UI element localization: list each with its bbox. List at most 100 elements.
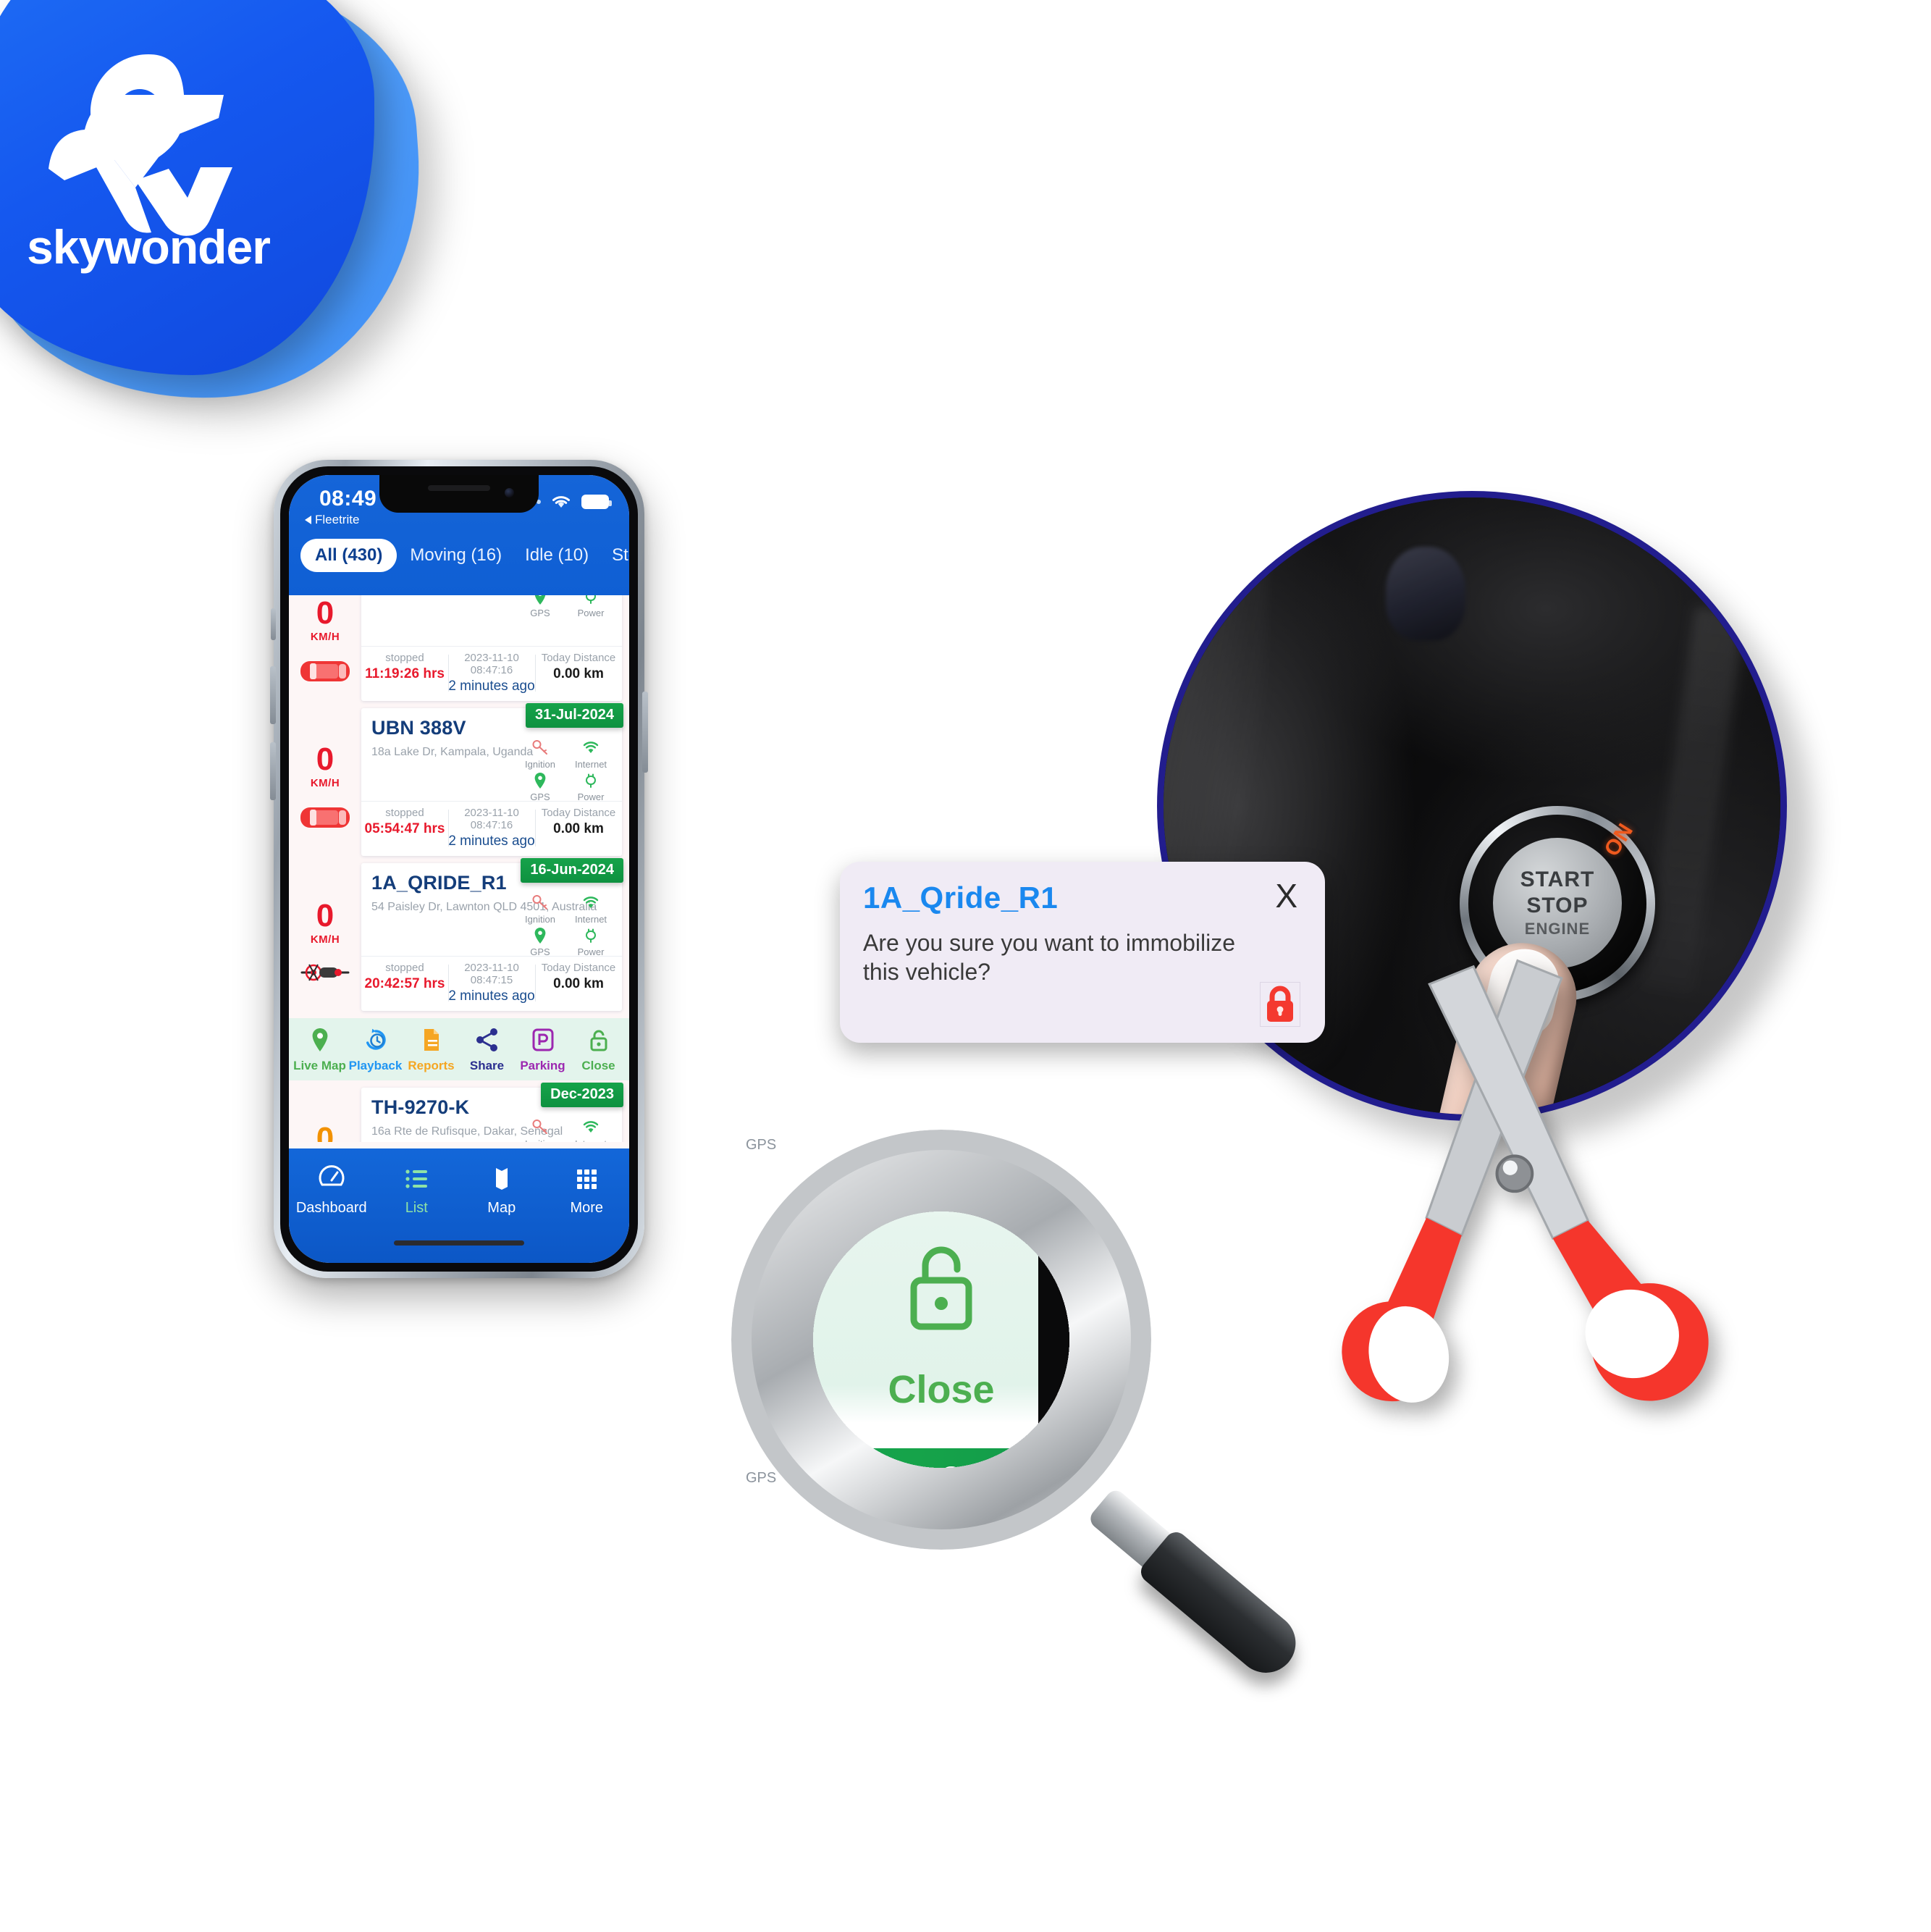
nav-item-dashboard[interactable]: Dashboard xyxy=(289,1164,374,1217)
vehicle-state-cell: stopped 20:42:57 hrs xyxy=(361,962,448,1004)
tab-idle[interactable]: Idle (10) xyxy=(515,539,599,572)
magnifier-rim xyxy=(731,1130,1151,1550)
nav-label: List xyxy=(405,1200,428,1216)
dashboard-vent xyxy=(1385,547,1465,642)
vehicle-card[interactable]: 16-Jun-2024 1A_QRIDE_R1 54 Paisley Dr, L… xyxy=(361,858,623,1011)
vehicle-card[interactable]: 31-Jul-2024 UBN 388V 18a Lake Dr, Kampal… xyxy=(361,703,623,856)
nav-item-more[interactable]: More xyxy=(544,1164,630,1217)
vehicle-card-top: UBN 388V 18a Lake Dr, Kampala, Uganda Ig… xyxy=(361,708,622,802)
vehicle-distance: 0.00 km xyxy=(553,976,604,991)
vehicle-list-item[interactable]: 0 KM/H India xyxy=(289,595,629,708)
vehicle-list-item[interactable]: 0 KM/H 31-Jul-2024 UBN 388V 18a Lake Dr,… xyxy=(289,703,629,863)
internet-label: Internet xyxy=(574,759,607,770)
vehicle-relative-time: 2 minutes ago xyxy=(448,988,535,1004)
vehicle-relative-time: 2 minutes ago xyxy=(448,679,535,694)
immobilize-confirm-dialog: 1A_Qride_R1 X Are you sure you want to i… xyxy=(840,862,1325,1043)
ignition-label: Ignition xyxy=(525,1138,555,1142)
action-live-map[interactable]: Live Map xyxy=(292,1027,348,1073)
vehicle-status-icons: Ignition Internet xyxy=(519,595,612,618)
status-time: 08:49 xyxy=(319,487,377,511)
power-plug-icon xyxy=(586,928,596,943)
action-close[interactable]: Close xyxy=(571,1027,626,1073)
tab-stopped[interactable]: Stoppe xyxy=(602,539,629,572)
unlock-icon xyxy=(590,1030,607,1051)
vehicle-duration: 05:54:47 hrs xyxy=(364,821,445,836)
action-label: Live Map xyxy=(293,1059,346,1072)
gps-pin-icon xyxy=(534,773,546,789)
ignition-label: Ignition xyxy=(525,914,555,925)
car-top-red-icon xyxy=(300,807,350,828)
lock-closed-red-icon[interactable] xyxy=(1260,982,1300,1027)
internet-wifi-icon xyxy=(583,742,599,753)
vehicle-action-toolbar: Live Map Playback Reports Share Parking … xyxy=(289,1018,629,1080)
vehicle-state-cell: stopped 11:19:26 hrs xyxy=(361,652,448,694)
action-parking[interactable]: Parking xyxy=(515,1027,571,1073)
vehicle-time-cell: 2023-11-10 08:47:16 2 minutes ago xyxy=(448,807,535,849)
earpiece-speaker xyxy=(428,485,490,491)
list-icon xyxy=(405,1169,428,1188)
nav-item-map[interactable]: Map xyxy=(459,1164,544,1217)
vehicle-list-item[interactable]: 0 KM/H 16-Jun-2024 1A_QRIDE_R1 54 Paisle… xyxy=(289,858,629,1018)
status-internet: Internet xyxy=(570,739,612,770)
tab-all[interactable]: All (430) xyxy=(300,539,397,572)
status-ignition: Ignition xyxy=(519,739,561,770)
wifi-icon xyxy=(552,496,570,508)
gps-pin-icon xyxy=(534,595,546,605)
back-to-app-link[interactable]: Fleetrite xyxy=(305,513,359,527)
vehicle-card-bottom: stopped 11:19:26 hrs 2023-11-10 08:47:16… xyxy=(361,646,622,701)
action-label: Close xyxy=(581,1059,615,1072)
magnifier-grip xyxy=(1136,1527,1308,1685)
phone-frame: 08:49 Fleetrite All (430) Moving (16) Id… xyxy=(270,460,648,1278)
close-icon[interactable]: X xyxy=(1275,879,1297,912)
power-plug-icon xyxy=(586,595,596,604)
vehicle-card[interactable]: Dec-2023 TH-9270-K 16a Rte de Rufisque, … xyxy=(361,1083,623,1142)
action-share[interactable]: Share xyxy=(459,1027,515,1073)
internet-label: Internet xyxy=(575,1138,607,1142)
share-icon xyxy=(476,1028,497,1051)
vehicle-distance-cell: Today Distance 0.00 km xyxy=(535,652,622,694)
vehicle-timestamp: 2023-11-10 08:47:16 xyxy=(464,807,519,831)
phone-volume-down[interactable] xyxy=(270,742,276,800)
speedometer-icon xyxy=(319,1165,345,1186)
nav-label: Dashboard xyxy=(295,1200,367,1216)
vehicle-list-item[interactable]: 0 KM/H Dec-2023 T xyxy=(289,1083,629,1142)
vehicle-distance: 0.00 km xyxy=(553,821,604,836)
vehicle-speed-block: 0 KM/H xyxy=(289,595,361,708)
vehicle-state: stopped xyxy=(385,652,424,664)
home-indicator[interactable] xyxy=(394,1240,524,1246)
vehicle-state: stopped xyxy=(385,807,424,819)
vehicle-name: 1A_QRIDE_R1 xyxy=(371,872,507,894)
speed-value: 0 xyxy=(316,595,335,631)
status-gps: GPS xyxy=(519,926,561,957)
power-label: Power xyxy=(577,608,605,618)
action-reports[interactable]: Reports xyxy=(403,1027,459,1073)
vehicle-card-bottom: stopped 20:42:57 hrs 2023-11-10 08:47:15… xyxy=(361,956,622,1011)
status-power: Power xyxy=(570,595,612,618)
status-power: Power xyxy=(570,771,612,802)
phone-mute-switch[interactable] xyxy=(271,608,276,640)
document-icon xyxy=(424,1029,439,1051)
internet-label: Internet xyxy=(574,914,607,925)
vehicle-speed-block: 0 KM/H xyxy=(289,863,361,1018)
dialog-vehicle-title: 1A_Qride_R1 xyxy=(863,881,1059,915)
phone-bezel: 08:49 Fleetrite All (430) Moving (16) Id… xyxy=(280,466,638,1272)
nav-item-list[interactable]: List xyxy=(374,1164,460,1217)
nav-label: More xyxy=(570,1200,604,1216)
front-camera xyxy=(505,488,514,497)
vehicle-list[interactable]: 0 KM/H India xyxy=(289,595,629,1142)
car-top-red-icon xyxy=(300,661,350,682)
status-power: Power xyxy=(570,926,612,957)
tab-moving[interactable]: Moving (16) xyxy=(400,539,512,572)
vehicle-relative-time: 2 minutes ago xyxy=(448,833,535,849)
brand-name: skywonder xyxy=(27,220,271,274)
phone-volume-up[interactable] xyxy=(270,666,276,724)
action-playback[interactable]: Playback xyxy=(348,1027,403,1073)
vehicle-time-cell: 2023-11-10 08:47:15 2 minutes ago xyxy=(448,962,535,1004)
phone-power-button[interactable] xyxy=(642,692,648,773)
vehicle-card[interactable]: India Ignition xyxy=(361,595,622,701)
phone-notch xyxy=(379,475,539,513)
power-plug-icon xyxy=(586,773,596,788)
history-clock-icon xyxy=(366,1028,386,1050)
vehicle-card-top: TH-9270-K 16a Rte de Rufisque, Dakar, Se… xyxy=(361,1088,622,1142)
motorbike-red-icon xyxy=(300,964,350,981)
